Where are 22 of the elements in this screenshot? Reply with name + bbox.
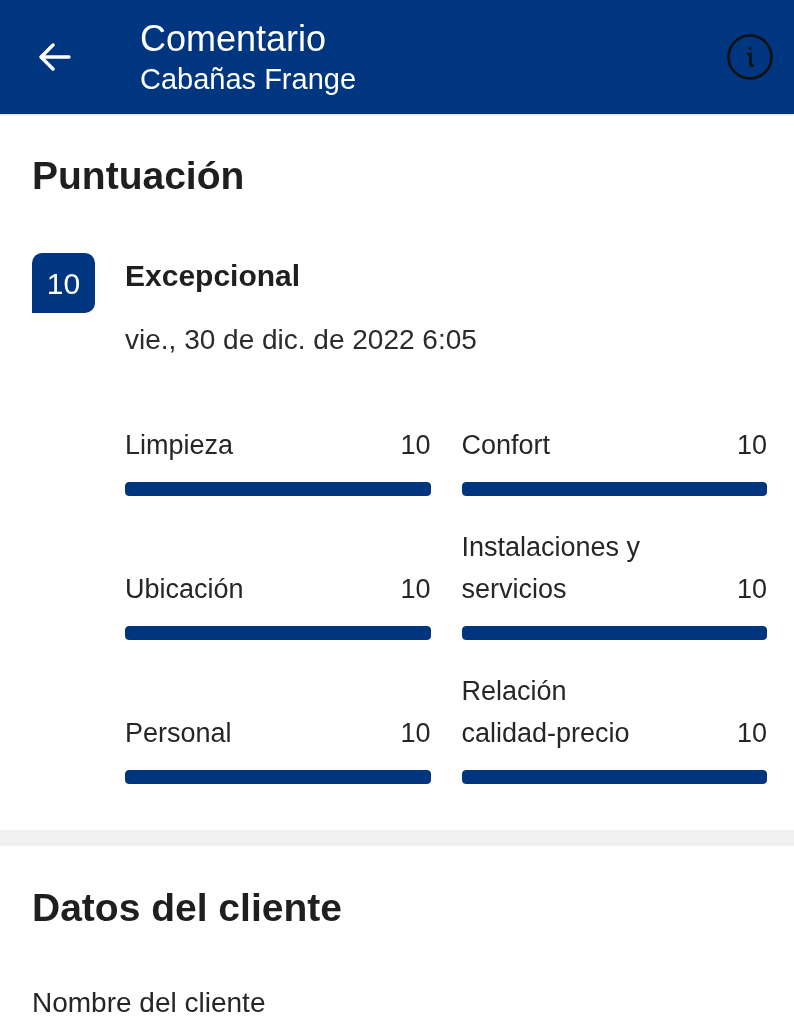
score-badge: 10	[32, 253, 95, 313]
category-score: 10	[400, 429, 431, 462]
category-label: Confort	[461, 429, 551, 462]
screen-subtitle: Cabañas Frange	[140, 62, 357, 97]
section-heading: Puntuación	[32, 153, 246, 199]
category-label: Personal	[125, 717, 232, 750]
category-label: Limpieza	[125, 429, 234, 462]
category-score: 10	[736, 573, 767, 606]
review-date: vie., 30 de dic. de 2022 6:05	[125, 323, 478, 357]
category-label: Relación calidad-precio	[461, 675, 631, 750]
section-heading: Datos del cliente	[32, 885, 343, 931]
category-score: 10	[736, 429, 767, 462]
category-score: 10	[400, 573, 431, 606]
category-label: Instalaciones y servicios	[461, 531, 642, 606]
info-icon	[727, 34, 773, 80]
back-arrow-icon	[39, 43, 71, 71]
category-label: Ubicación	[125, 573, 244, 606]
screen-title: Comentario	[140, 17, 328, 61]
category-score: 10	[400, 717, 431, 750]
rating-verdict: Excepcional	[125, 258, 302, 294]
category-score: 10	[736, 717, 767, 750]
field-label: Nombre del cliente	[32, 986, 267, 1020]
